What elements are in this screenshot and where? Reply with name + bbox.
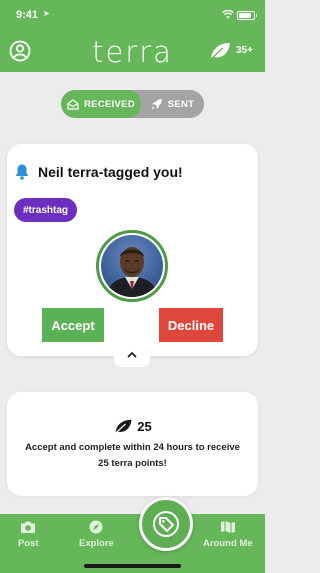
reward-message: Accept and complete within 24 hours to r… xyxy=(25,442,240,469)
expand-toggle[interactable] xyxy=(114,341,150,367)
tab-post-label: Post xyxy=(18,538,39,549)
app-header: terra 35+ xyxy=(0,32,265,72)
tab-around-me[interactable]: Around Me xyxy=(203,520,253,549)
leaf-icon xyxy=(115,419,132,434)
chevron-up-icon xyxy=(127,351,137,358)
notification-title: Neil terra-tagged you! xyxy=(38,164,183,180)
camera-icon xyxy=(21,521,36,533)
reward-info-card: 25 Accept and complete within 24 hours t… xyxy=(7,392,258,496)
compass-icon xyxy=(89,520,103,534)
status-time: 9:41 xyxy=(16,9,39,21)
tab-sent-label: SENT xyxy=(167,98,195,110)
tag-action-button[interactable] xyxy=(139,497,193,551)
points-count: 35+ xyxy=(236,45,253,56)
tab-received[interactable]: RECEIVED xyxy=(61,90,141,118)
location-arrow-icon: ➤ xyxy=(43,9,50,18)
received-sent-toggle: RECEIVED SENT xyxy=(61,90,204,118)
leaf-icon xyxy=(210,43,230,60)
accept-button[interactable]: Accept xyxy=(42,308,104,342)
hashtag-badge[interactable]: #trashtag xyxy=(14,198,78,222)
bell-icon xyxy=(15,164,29,180)
tab-post[interactable]: Post xyxy=(18,520,39,549)
reward-points: 25 xyxy=(137,419,152,434)
tab-around-label: Around Me xyxy=(203,538,253,549)
avatar xyxy=(96,230,168,302)
battery-icon xyxy=(237,11,257,20)
tab-sent[interactable]: SENT xyxy=(141,90,204,118)
tab-explore-label: Explore xyxy=(79,538,114,549)
avatar-photo xyxy=(101,235,163,297)
status-bar: 9:41 ➤ xyxy=(0,0,265,32)
decline-button[interactable]: Decline xyxy=(159,308,223,342)
tab-explore[interactable]: Explore xyxy=(79,520,114,549)
rocket-icon xyxy=(151,99,162,110)
tag-notification-card: Neil terra-tagged you! #trashtag Accept … xyxy=(7,144,258,356)
tag-icon xyxy=(153,511,179,537)
envelope-icon xyxy=(67,98,79,110)
wifi-icon xyxy=(222,10,234,19)
map-icon xyxy=(220,521,235,533)
home-indicator xyxy=(84,564,181,568)
tab-received-label: RECEIVED xyxy=(84,98,135,110)
portrait-illustration xyxy=(105,247,159,297)
